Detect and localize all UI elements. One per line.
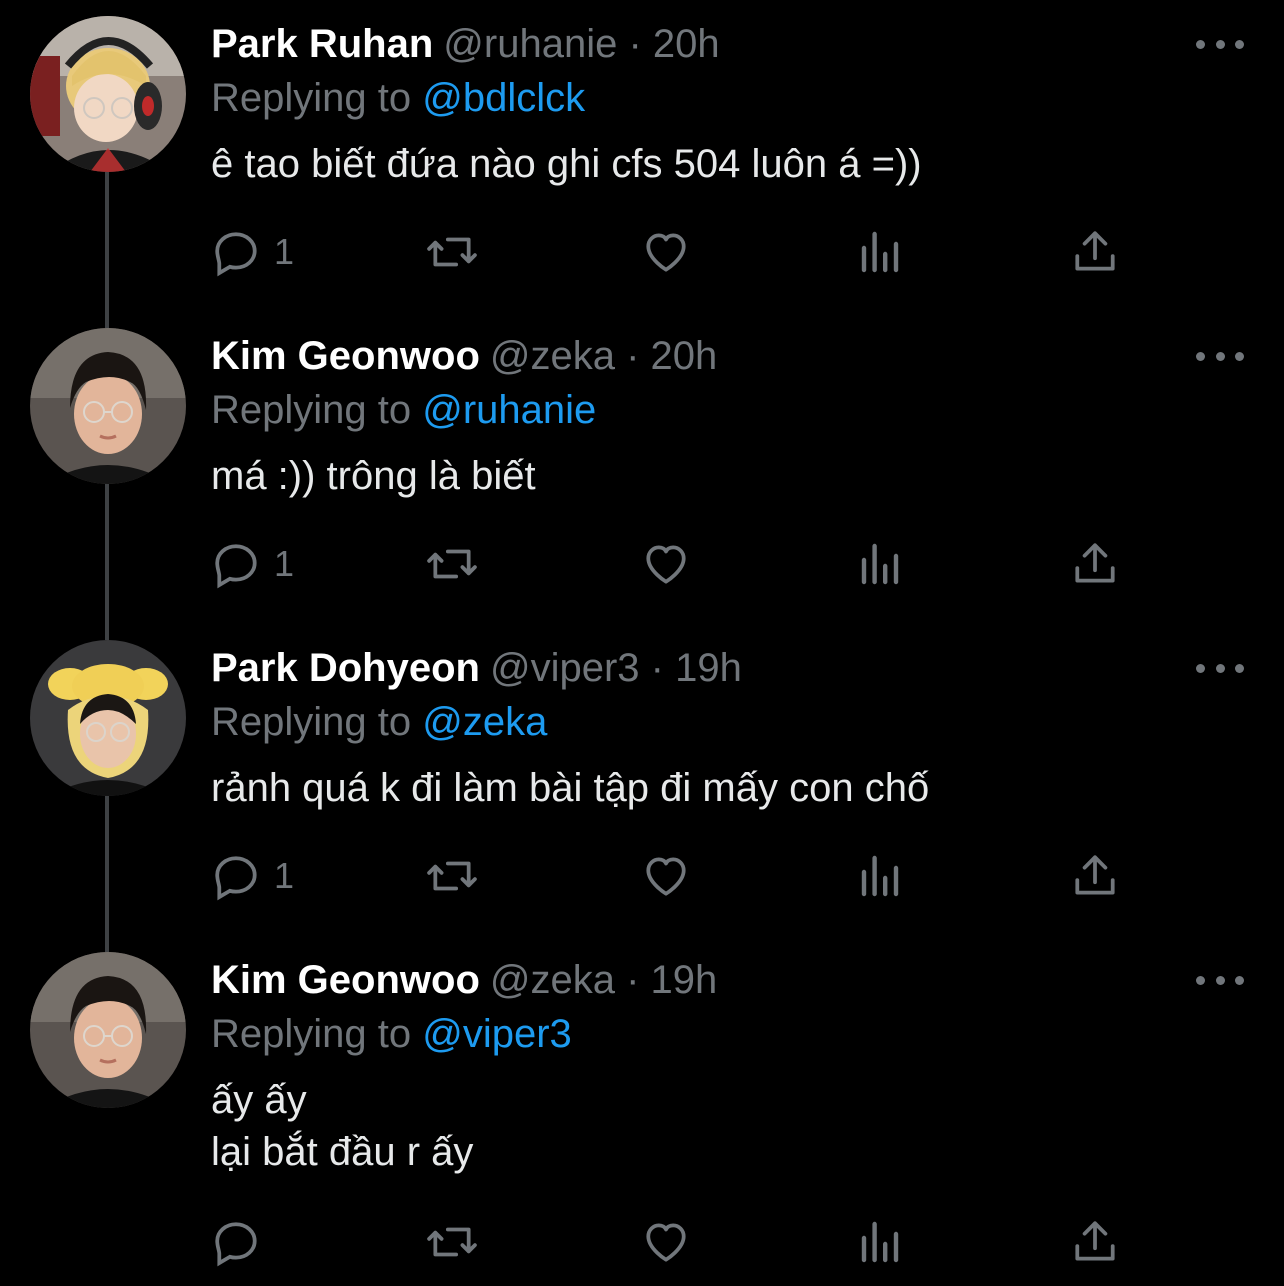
reply-button[interactable]: 1 [212, 226, 294, 278]
tweet[interactable]: Park Ruhan @ruhanie · 20h Replying to @bd… [0, 0, 1284, 312]
heart-icon [646, 233, 686, 272]
views-icon [861, 543, 899, 585]
share-button[interactable] [1070, 1216, 1120, 1268]
views-button[interactable] [856, 226, 904, 278]
retweet-icon [427, 549, 477, 579]
tweet-header: Kim Geonwoo @zeka · 19h [211, 954, 717, 1006]
reply-icon [215, 232, 257, 277]
tweet[interactable]: Kim Geonwoo @zeka · 19h Replying to @vipe… [0, 936, 1284, 1286]
share-icon [1075, 1221, 1115, 1261]
heart-icon [646, 1223, 686, 1262]
handle[interactable]: @ruhanie [443, 22, 617, 66]
handle[interactable]: @zeka [490, 334, 615, 378]
more-icon[interactable] [1196, 336, 1244, 376]
reply-count: 1 [274, 855, 295, 896]
heart-icon [646, 857, 686, 896]
replying-to: Replying to @ruhanie [211, 384, 596, 436]
share-button[interactable] [1070, 850, 1120, 902]
timestamp[interactable]: · 20h [628, 22, 719, 66]
reply-icon [215, 856, 257, 901]
retweet-button[interactable] [424, 1216, 480, 1268]
display-name[interactable]: Kim Geonwoo [211, 334, 480, 378]
retweet-icon [427, 861, 477, 891]
tweet-header: Park Ruhan @ruhanie · 20h [211, 18, 720, 70]
views-button[interactable] [856, 850, 904, 902]
like-button[interactable] [640, 538, 692, 590]
display-name[interactable]: Park Dohyeon [211, 646, 480, 690]
share-button[interactable] [1070, 538, 1120, 590]
reply-count: 1 [274, 231, 295, 272]
avatar[interactable] [30, 952, 186, 1108]
mention-link[interactable]: @ruhanie [422, 388, 596, 432]
reply-button[interactable]: 1 [212, 850, 294, 902]
mention-link[interactable]: @bdlclck [422, 76, 585, 120]
display-name[interactable]: Kim Geonwoo [211, 958, 480, 1002]
views-button[interactable] [856, 1216, 904, 1268]
share-button[interactable] [1070, 226, 1120, 278]
heart-icon [646, 545, 686, 584]
tweet-text: má :)) trông là biết [211, 454, 536, 498]
share-icon [1075, 231, 1115, 271]
more-icon[interactable] [1196, 24, 1244, 64]
reply-count: 1 [274, 543, 295, 584]
mention-link[interactable]: @viper3 [422, 1012, 572, 1056]
timestamp[interactable]: · 19h [626, 958, 717, 1002]
retweet-icon [427, 1227, 477, 1257]
retweet-button[interactable] [424, 850, 480, 902]
retweet-icon [427, 237, 477, 267]
like-button[interactable] [640, 850, 692, 902]
replying-to: Replying to @bdlclck [211, 72, 585, 124]
reply-button[interactable] [212, 1216, 274, 1268]
replying-to: Replying to @zeka [211, 696, 547, 748]
share-icon [1075, 855, 1115, 895]
tweet-header: Kim Geonwoo @zeka · 20h [211, 330, 717, 382]
tweet-header: Park Dohyeon @viper3 · 19h [211, 642, 742, 694]
avatar[interactable] [30, 640, 186, 796]
reply-button[interactable]: 1 [212, 538, 294, 590]
tweet-text: rảnh quá k đi làm bài tập đi mấy con chố [211, 766, 930, 810]
timestamp[interactable]: · 19h [651, 646, 742, 690]
replying-to-label: Replying to [211, 388, 412, 432]
handle[interactable]: @viper3 [490, 646, 640, 690]
handle[interactable]: @zeka [490, 958, 615, 1002]
views-icon [861, 231, 899, 273]
tweet-text: ê tao biết đứa nào ghi cfs 504 luôn á =)… [211, 142, 922, 186]
display-name[interactable]: Park Ruhan [211, 22, 433, 66]
replying-to-label: Replying to [211, 700, 412, 744]
like-button[interactable] [640, 226, 692, 278]
retweet-button[interactable] [424, 538, 480, 590]
views-button[interactable] [856, 538, 904, 590]
avatar[interactable] [30, 16, 186, 172]
views-icon [861, 855, 899, 897]
avatar[interactable] [30, 328, 186, 484]
replying-to: Replying to @viper3 [211, 1008, 572, 1060]
reply-icon [215, 544, 257, 589]
more-icon[interactable] [1196, 648, 1244, 688]
timestamp[interactable]: · 20h [626, 334, 717, 378]
tweet[interactable]: Park Dohyeon @viper3 · 19h Replying to @z… [0, 624, 1284, 936]
share-icon [1075, 543, 1115, 583]
tweet[interactable]: Kim Geonwoo @zeka · 20h Replying to @ruha… [0, 312, 1284, 624]
replying-to-label: Replying to [211, 76, 412, 120]
retweet-button[interactable] [424, 226, 480, 278]
replying-to-label: Replying to [211, 1012, 412, 1056]
more-icon[interactable] [1196, 960, 1244, 1000]
reply-icon [215, 1222, 257, 1267]
like-button[interactable] [640, 1216, 692, 1268]
tweet-text: ấy ấy lại bắt đầu r ấy [211, 1078, 474, 1174]
views-icon [861, 1221, 899, 1263]
mention-link[interactable]: @zeka [422, 700, 547, 744]
